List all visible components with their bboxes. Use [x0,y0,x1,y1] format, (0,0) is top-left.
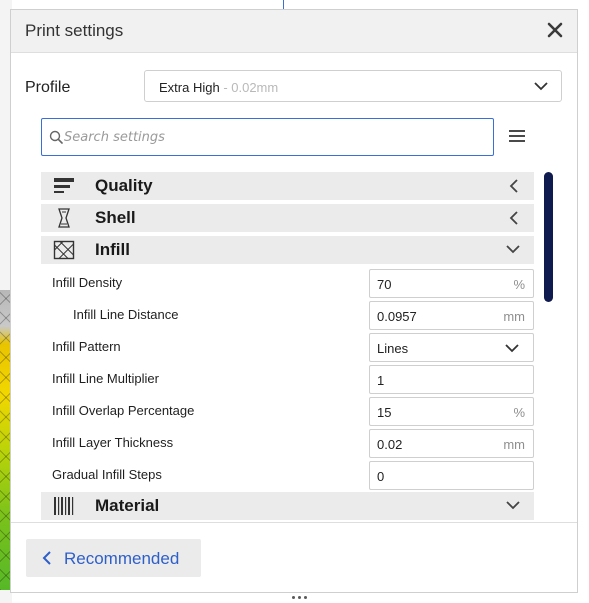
recommended-button[interactable]: Recommended [26,539,201,577]
close-button[interactable] [543,18,567,42]
category-title: Infill [95,240,130,259]
setting-infill-density: Infill Density 70 % [41,268,534,298]
profile-label: Profile [25,79,71,96]
chevron-down-icon [506,245,520,254]
setting-label: Infill Layer Thickness [52,435,174,450]
setting-label: Infill Line Distance [73,307,179,322]
setting-infill-layer-thickness: Infill Layer Thickness 0.02 mm [41,428,534,458]
field-value: 0.02 [377,437,403,452]
infill-line-distance-input[interactable]: 0.0957 mm [369,301,534,330]
material-icon [54,497,74,515]
category-quality[interactable]: Quality [41,172,534,200]
recommended-label: Recommended [64,549,180,568]
profile-detail: - 0.02mm [219,80,279,95]
category-material[interactable]: Material [41,492,534,520]
category-shell[interactable]: Shell [41,204,534,232]
setting-infill-line-distance: Infill Line Distance 0.0957 mm [41,300,534,330]
infill-line-multiplier-input[interactable]: 1 [369,365,534,394]
chevron-left-icon [509,179,518,193]
setting-label: Infill Overlap Percentage [52,403,195,418]
field-unit: % [513,277,525,292]
infill-icon [53,240,75,260]
category-title: Shell [95,208,136,227]
shell-icon [58,208,70,228]
infill-overlap-percentage-input[interactable]: 15 % [369,397,534,426]
setting-label: Infill Density [52,275,123,290]
profile-dropdown[interactable]: Extra High - 0.02mm [144,70,562,102]
chevron-down-icon [505,344,519,353]
infill-layer-thickness-input[interactable]: 0.02 mm [369,429,534,458]
panel-title: Print settings [25,21,124,40]
field-value: 1 [377,373,385,388]
settings-menu-button[interactable] [508,128,526,144]
search-input[interactable] [64,127,484,147]
resize-handle[interactable] [279,592,319,602]
settings-scrollbar[interactable] [544,172,553,302]
chevron-down-icon [534,82,548,91]
setting-label: Infill Line Multiplier [52,371,159,386]
infill-pattern-dropdown[interactable]: Lines [369,333,534,362]
field-value: 0.0957 [377,309,417,324]
quality-icon [54,178,74,193]
field-value: Lines [377,341,409,356]
chevron-down-icon [506,501,520,510]
search-box[interactable] [41,118,494,156]
category-title: Quality [95,176,153,195]
chevron-left-icon [509,211,518,225]
print-settings-panel: Print settings Profile Extra High - 0.02… [10,9,578,599]
settings-list: Quality Shell Infill Infill Density 70 %… [41,172,534,520]
field-value: 0 [377,469,385,484]
setting-label: Gradual Infill Steps [52,467,162,482]
chevron-left-icon [42,551,51,565]
category-title: Material [95,496,160,515]
panel-header: Print settings [11,10,577,53]
setting-gradual-infill-steps: Gradual Infill Steps 0 [41,460,534,490]
field-value: 15 [377,405,392,420]
field-value: 70 [377,277,392,292]
setting-infill-overlap-percentage: Infill Overlap Percentage 15 % [41,396,534,426]
setting-label: Infill Pattern [52,339,121,354]
close-icon [547,22,563,38]
field-unit: % [513,405,525,420]
setting-infill-line-multiplier: Infill Line Multiplier 1 [41,364,534,394]
footer-divider [11,522,577,523]
search-icon [49,130,63,144]
profile-name: Extra High [159,80,220,95]
infill-density-input[interactable]: 70 % [369,269,534,298]
category-infill[interactable]: Infill [41,236,534,264]
gradual-infill-steps-input[interactable]: 0 [369,461,534,490]
field-unit: mm [503,437,525,452]
setting-infill-pattern: Infill Pattern Lines [41,332,534,362]
field-unit: mm [503,309,525,324]
